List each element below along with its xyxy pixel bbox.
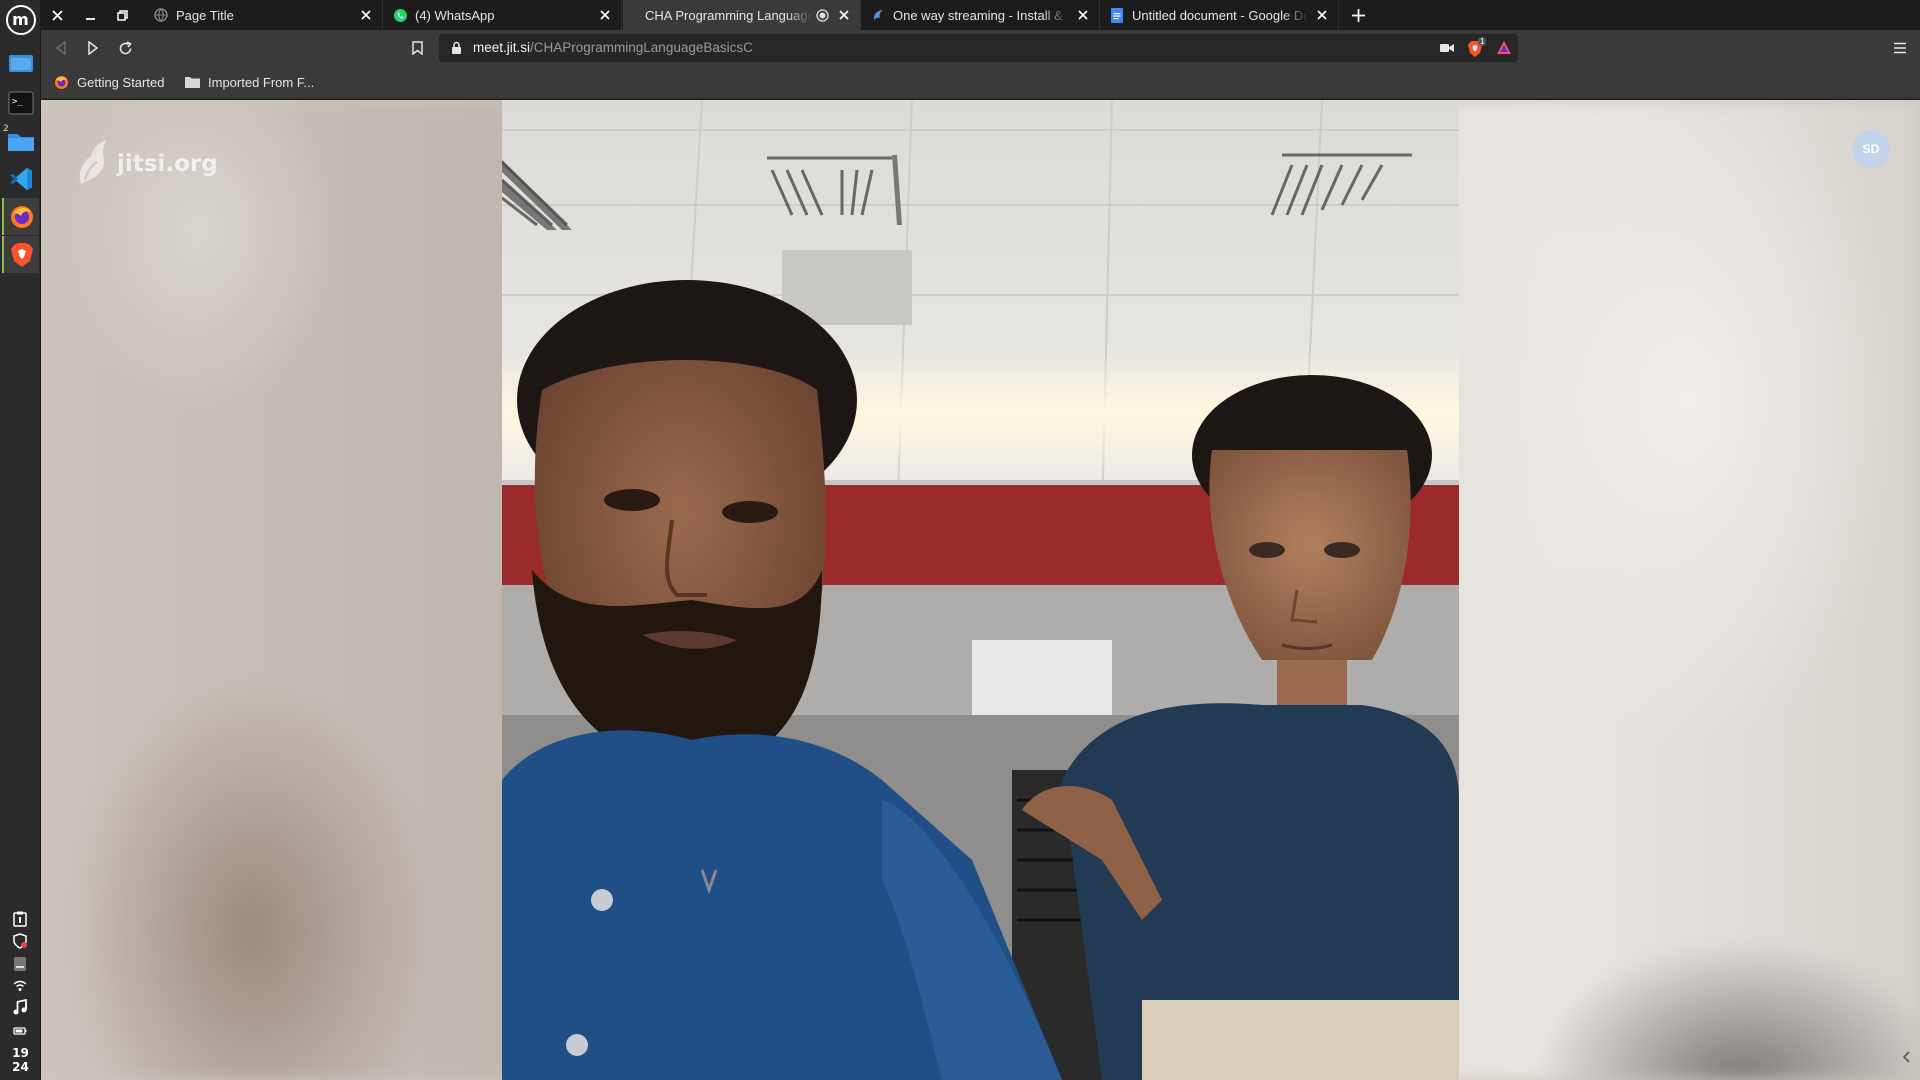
- clock[interactable]: 19 24: [0, 1046, 41, 1074]
- brave-rewards-button[interactable]: [1496, 40, 1512, 60]
- watermark-text: jitsi.org: [117, 151, 218, 177]
- bookmark-label: Imported From F...: [208, 74, 315, 90]
- plus-icon: [1351, 8, 1365, 22]
- tab-close-icon[interactable]: [358, 7, 374, 23]
- globe-icon: [153, 7, 169, 23]
- back-arrow-icon: [55, 41, 66, 55]
- tab-title: CHA Programming Language Basics C: [645, 7, 812, 23]
- bookmark-button[interactable]: [405, 36, 429, 60]
- tab-page-title[interactable]: Page Title: [145, 0, 383, 30]
- url-host: meet.jit.si: [473, 40, 531, 55]
- participant-avatar[interactable]: SD: [1852, 130, 1890, 168]
- browser-window: Page Title (4) WhatsApp CHA Programming …: [41, 0, 1920, 1080]
- tab-cha-programming[interactable]: CHA Programming Language Basics C: [623, 0, 861, 30]
- wifi-icon: [13, 980, 27, 991]
- network-tray[interactable]: [11, 977, 29, 995]
- video-frame: [502, 100, 1459, 1080]
- address-bar[interactable]: meet.jit.si/CHAProgrammingLanguageBasics…: [439, 34, 1518, 62]
- terminal-icon: >_: [8, 91, 33, 114]
- clipboard-icon: [13, 911, 27, 927]
- hamburger-menu-icon: [1894, 42, 1906, 54]
- window-minimize-button[interactable]: [79, 4, 101, 26]
- bookmarks-bar: Getting Started Imported From F...: [41, 65, 1920, 99]
- clock-hour: 19: [12, 1046, 29, 1060]
- recording-indicator-icon: [814, 7, 830, 23]
- clipboard-tray[interactable]: [11, 910, 29, 928]
- taskbar: m >_ 2 19 24: [0, 0, 41, 1080]
- bookmark-folder-imported[interactable]: Imported From F...: [185, 73, 314, 91]
- firefox-icon: [10, 205, 33, 228]
- new-tab-button[interactable]: [1347, 4, 1369, 26]
- forward-arrow-icon: [88, 41, 99, 55]
- brave-launcher[interactable]: [2, 236, 39, 273]
- tab-strip: Page Title (4) WhatsApp CHA Programming …: [41, 0, 1920, 30]
- close-icon: [51, 9, 63, 21]
- chevron-left-icon: [1902, 1051, 1910, 1063]
- tab-close-icon[interactable]: [1075, 7, 1091, 23]
- drive-tray[interactable]: [11, 955, 29, 973]
- power-tray[interactable]: [11, 1022, 29, 1040]
- files-launcher[interactable]: [2, 122, 39, 159]
- show-desktop-icon: [8, 54, 33, 72]
- tab-one-way-streaming[interactable]: One way streaming - Install & Config: [862, 0, 1100, 30]
- meeting-view: jitsi.org SD: [41, 100, 1920, 1080]
- vscode-launcher[interactable]: [2, 160, 39, 197]
- tab-close-icon[interactable]: [597, 7, 613, 23]
- tab-title: One way streaming - Install & Config: [893, 7, 1069, 23]
- restore-icon: [116, 9, 128, 21]
- jitsi-logo-icon: [79, 140, 107, 184]
- avatar-initials: SD: [1862, 142, 1880, 156]
- firefox-launcher[interactable]: [2, 198, 39, 235]
- docs-icon: [1109, 7, 1125, 23]
- participant-video[interactable]: [502, 100, 1459, 1080]
- tab-title: Page Title: [176, 7, 234, 23]
- whatsapp-icon: [392, 7, 408, 23]
- minimize-icon: [85, 17, 95, 20]
- music-icon: [13, 999, 27, 1015]
- brave-shields-button[interactable]: 1: [1465, 37, 1487, 59]
- main-menu-button[interactable]: [1888, 36, 1912, 60]
- linux-mint-logo-icon: m: [5, 4, 36, 35]
- jitsi-icon: [870, 7, 886, 23]
- shield-update-icon: [13, 933, 27, 949]
- jitsi-watermark[interactable]: jitsi.org: [75, 138, 218, 190]
- window-restore-button[interactable]: [111, 4, 133, 26]
- battery-icon: [13, 1027, 27, 1035]
- svg-text:>_: >_: [12, 97, 23, 107]
- url-text: meet.jit.si/CHAProgrammingLanguageBasics…: [473, 40, 753, 55]
- tab-close-icon[interactable]: [1314, 7, 1330, 23]
- show-desktop-button[interactable]: [2, 44, 39, 81]
- drive-icon: [14, 957, 26, 971]
- lock-icon: [452, 41, 461, 54]
- update-manager-tray[interactable]: [11, 932, 29, 950]
- reload-icon: [119, 40, 132, 54]
- firefox-icon: [54, 75, 69, 90]
- tab-close-icon[interactable]: [836, 7, 852, 23]
- menu-button[interactable]: m: [2, 1, 39, 38]
- clock-minute: 24: [12, 1060, 29, 1074]
- back-button[interactable]: [49, 36, 73, 60]
- bookmark-label: Getting Started: [77, 74, 165, 90]
- reload-button[interactable]: [113, 36, 137, 60]
- shields-count-badge: 1: [1478, 37, 1487, 46]
- camera-in-use-icon[interactable]: [1440, 43, 1454, 53]
- forward-button[interactable]: [81, 36, 105, 60]
- navigation-toolbar: meet.jit.si/CHAProgrammingLanguageBasics…: [41, 30, 1920, 65]
- bookmark-icon: [411, 41, 423, 55]
- vscode-icon: [9, 167, 32, 190]
- url-path: /CHAProgrammingLanguageBasicsC: [530, 40, 753, 55]
- brave-rewards-icon: [1497, 41, 1511, 54]
- bookmark-getting-started[interactable]: Getting Started: [54, 73, 164, 91]
- folder-icon: [185, 76, 200, 88]
- brave-icon: [10, 242, 33, 267]
- filmstrip-toggle-button[interactable]: [1899, 1047, 1913, 1067]
- terminal-launcher[interactable]: >_: [2, 84, 39, 121]
- tab-whatsapp[interactable]: (4) WhatsApp: [384, 0, 622, 30]
- sound-tray[interactable]: [11, 998, 29, 1016]
- window-close-button[interactable]: [46, 4, 68, 26]
- files-icon: [7, 133, 34, 151]
- tab-title: Untitled document - Google Docs: [1132, 7, 1308, 23]
- tab-google-docs[interactable]: Untitled document - Google Docs: [1101, 0, 1339, 30]
- tab-title: (4) WhatsApp: [415, 7, 495, 23]
